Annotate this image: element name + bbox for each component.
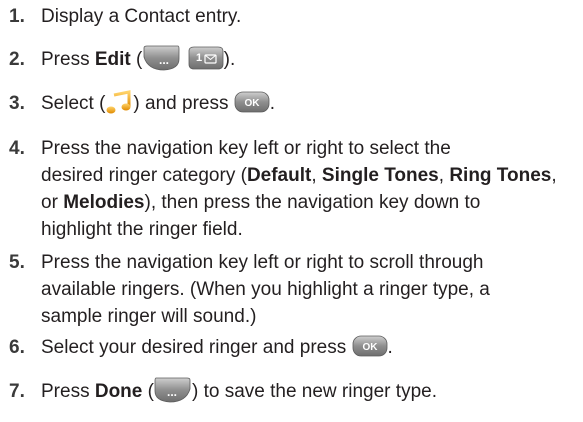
- step-number: 7.: [9, 381, 25, 402]
- step-text-line: Display a Contact entry.: [41, 6, 242, 27]
- ok-key-icon: OK: [352, 335, 388, 357]
- step-number: 3.: [9, 93, 25, 114]
- svg-text:...: ...: [159, 53, 169, 67]
- step-2: 2. Press Edit ( ... 1 ).: [0, 45, 583, 73]
- step-text-line: sample ringer will sound.): [41, 306, 257, 327]
- ringer-icon: [105, 89, 133, 115]
- bold-term: Single Tones: [321, 165, 439, 186]
- step-number: 6.: [9, 337, 25, 358]
- step-number: 2.: [9, 49, 25, 70]
- step-text-line: Press Done ( ...) to save the new ringer…: [41, 377, 576, 405]
- step-text-line: Press the navigation key left or right t…: [41, 138, 451, 159]
- right-softkey-icon: ...: [154, 377, 192, 403]
- step-text-line: Select ( ) and press OK.: [41, 89, 576, 117]
- step-7: 7. Press Done ( ...) to save the new ring…: [0, 377, 583, 405]
- step-text-line: or Melodies), then press the navigation …: [41, 192, 481, 213]
- step-5: 5. Press the navigation key left or right…: [0, 249, 583, 330]
- svg-text:...: ...: [167, 385, 177, 399]
- bold-term: Done: [94, 381, 143, 402]
- ok-key-icon: OK: [234, 91, 270, 113]
- step-number: 4.: [9, 138, 25, 159]
- step-number: 5.: [9, 252, 25, 273]
- step-4: 4. Press the navigation key left or right…: [0, 135, 583, 243]
- step-3: 3. Select ( ) and press OK.: [0, 89, 583, 117]
- step-text-line: available ringers. (When you highlight a…: [41, 279, 490, 300]
- key-1-icon: 1: [186, 46, 224, 70]
- step-1: 1. Display a Contact entry.: [0, 3, 583, 30]
- step-text-line: Select your desired ringer and press OK.: [41, 334, 576, 361]
- step-text-line: highlight the ringer field.: [41, 219, 243, 240]
- svg-text:1: 1: [196, 52, 202, 64]
- left-softkey-icon: ...: [142, 45, 180, 71]
- step-6: 6. Select your desired ringer and press O…: [0, 334, 583, 361]
- step-text-line: Press the navigation key left or right t…: [41, 252, 484, 273]
- bold-term: Default: [246, 165, 312, 186]
- svg-text:OK: OK: [362, 342, 378, 353]
- bold-term: Edit: [94, 49, 131, 70]
- step-text-line: Press Edit ( ... 1 ).: [41, 45, 576, 73]
- bold-term: Ring Tones: [449, 165, 552, 186]
- svg-text:OK: OK: [244, 98, 260, 109]
- step-number: 1.: [9, 6, 25, 27]
- step-text-line: desired ringer category (Default, Single…: [41, 165, 557, 186]
- bold-term: Melodies: [63, 192, 145, 213]
